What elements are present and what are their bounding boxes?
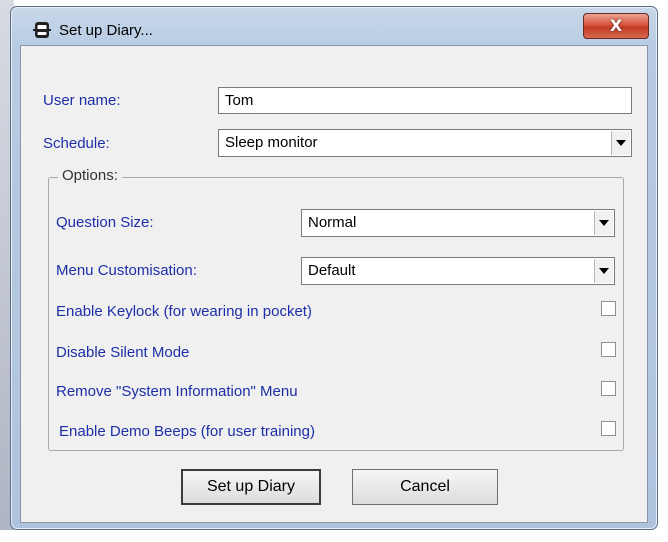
menu-customisation-label: Menu Customisation: <box>56 262 197 279</box>
checkbox-label-system-info: Remove "System Information" Menu <box>56 383 298 400</box>
checkbox-demo-beeps[interactable] <box>601 421 616 436</box>
close-icon: X <box>609 16 623 35</box>
close-button[interactable]: X <box>583 13 649 39</box>
schedule-label: Schedule: <box>43 135 110 152</box>
checkbox-label-silent-mode: Disable Silent Mode <box>56 344 190 361</box>
question-size-label: Question Size: <box>56 214 154 231</box>
chevron-down-icon[interactable] <box>594 211 613 235</box>
checkbox-label-demo-beeps: Enable Demo Beeps (for user training) <box>59 423 315 440</box>
cancel-button[interactable]: Cancel <box>352 469 498 505</box>
question-size-value: Normal <box>308 214 357 231</box>
setup-diary-dialog: Set up Diary... X User name: Tom Schedul… <box>10 6 658 530</box>
question-size-select[interactable]: Normal <box>301 209 615 237</box>
checkbox-label-keylock: Enable Keylock (for wearing in pocket) <box>56 303 312 320</box>
menu-customisation-select[interactable]: Default <box>301 257 615 285</box>
window-title: Set up Diary... <box>59 22 153 39</box>
chevron-down-icon[interactable] <box>594 259 613 283</box>
options-group-label: Options: <box>58 167 122 184</box>
dialog-client-area: User name: Tom Schedule: Sleep monitor O… <box>20 45 648 523</box>
schedule-select[interactable]: Sleep monitor <box>218 129 632 157</box>
diary-device-icon <box>33 22 51 38</box>
checkbox-keylock[interactable] <box>601 301 616 316</box>
user-name-input[interactable]: Tom <box>218 87 632 114</box>
user-name-label: User name: <box>43 92 121 109</box>
setup-diary-button[interactable]: Set up Diary <box>181 469 321 505</box>
background-window-strip <box>0 530 668 542</box>
schedule-value: Sleep monitor <box>225 134 318 151</box>
chevron-down-icon[interactable] <box>611 131 630 155</box>
checkbox-silent-mode[interactable] <box>601 342 616 357</box>
menu-customisation-value: Default <box>308 262 356 279</box>
checkbox-system-info[interactable] <box>601 381 616 396</box>
